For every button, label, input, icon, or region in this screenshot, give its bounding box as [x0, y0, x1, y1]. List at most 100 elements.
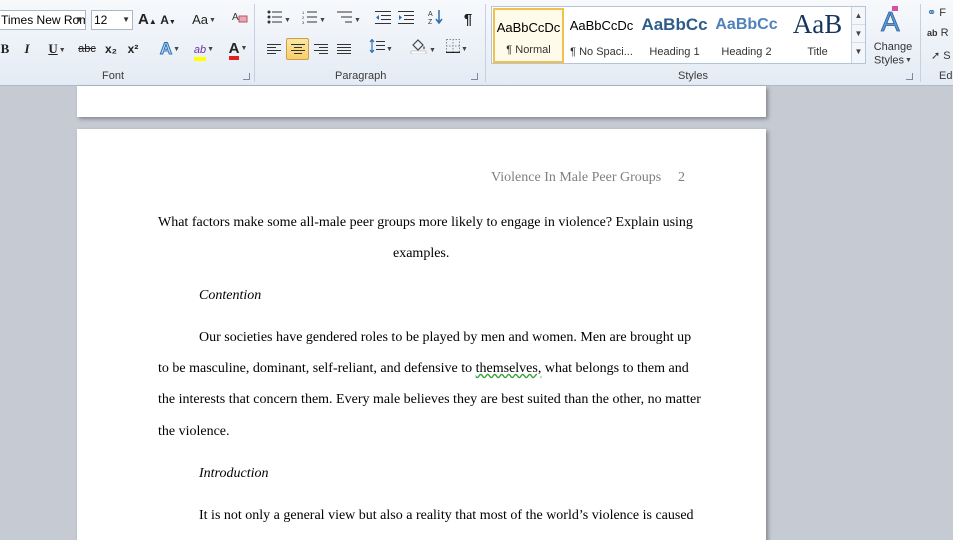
- chevron-down-icon[interactable]: ▼: [852, 25, 865, 43]
- svg-text:3: 3: [302, 20, 305, 24]
- more-styles-icon[interactable]: ▼: [852, 43, 865, 61]
- align-right-icon: [314, 44, 328, 56]
- style-heading-1[interactable]: AaBbCc Heading 1: [639, 8, 710, 63]
- binoculars-icon: ⚭: [927, 7, 937, 19]
- align-right-button[interactable]: [311, 38, 331, 60]
- change-styles-label: Change: [873, 41, 913, 53]
- subscript-button[interactable]: x₂: [102, 38, 120, 60]
- font-dialog-launcher[interactable]: [243, 73, 250, 80]
- chevron-up-icon[interactable]: ▲: [852, 7, 865, 25]
- increase-indent-icon: [398, 11, 414, 24]
- font-size-combo[interactable]: 12 ▼: [91, 10, 133, 30]
- align-left-button[interactable]: [264, 38, 284, 60]
- borders-icon: [446, 39, 461, 54]
- page-number: 2: [678, 170, 685, 185]
- style-normal[interactable]: AaBbCcDc ¶ Normal: [493, 8, 564, 63]
- underline-label: U: [48, 41, 58, 56]
- editing-group-label: Ed: [939, 70, 953, 82]
- replace-label: R: [940, 27, 949, 39]
- change-styles-label-2: Styles▼: [874, 54, 912, 67]
- increase-indent-button[interactable]: [396, 9, 416, 31]
- heading-contention: Contention: [199, 288, 262, 303]
- replace-icon: ab: [927, 28, 938, 38]
- chevron-down-icon: ▼: [75, 15, 83, 24]
- align-left-icon: [267, 44, 281, 56]
- highlight-label: ab: [193, 44, 207, 56]
- center-button[interactable]: [286, 38, 309, 60]
- font-color-button[interactable]: A ▼: [224, 38, 252, 60]
- style-no-spacing[interactable]: AaBbCcDc ¶ No Spaci...: [566, 8, 637, 63]
- heading-introduction: Introduction: [199, 466, 269, 481]
- ribbon: Times New Rom ▼ 12 ▼ A▲ A▼ Aa▼ A B I U▼ …: [0, 0, 953, 86]
- style-name: ¶ No Spaci...: [570, 46, 633, 58]
- running-head: Violence In Male Peer Groups: [491, 170, 662, 185]
- styles-dialog-launcher[interactable]: [906, 73, 913, 80]
- style-preview: AaBbCcDc: [496, 20, 561, 35]
- clear-formatting-button[interactable]: A: [229, 9, 251, 31]
- change-case-label: Aa: [192, 12, 208, 27]
- style-title[interactable]: AaB Title: [782, 8, 853, 63]
- highlight-color-button[interactable]: ab ▼: [188, 38, 220, 61]
- styles-group-label: Styles: [678, 70, 708, 82]
- style-name: Title: [807, 46, 828, 58]
- strikethrough-label: abc: [78, 43, 96, 55]
- select-label: S: [943, 50, 951, 62]
- paragraph-line: the violence.: [158, 424, 230, 439]
- gallery-scrollbar[interactable]: ▲ ▼ ▼: [851, 7, 865, 63]
- previous-page-bottom: [77, 86, 766, 117]
- italic-label: I: [24, 41, 30, 56]
- borders-button[interactable]: ▼: [442, 38, 472, 60]
- superscript-button[interactable]: x²: [124, 38, 142, 60]
- sort-button[interactable]: A Z: [426, 9, 446, 31]
- italic-button[interactable]: I: [19, 38, 35, 60]
- change-case-button[interactable]: Aa▼: [190, 9, 218, 31]
- replace-button[interactable]: ab R: [927, 27, 949, 43]
- cursor-arrow-icon: ➚: [931, 50, 941, 62]
- shading-button[interactable]: ▼: [407, 38, 439, 60]
- document-page[interactable]: Violence In Male Peer Groups 2 What fact…: [77, 129, 766, 540]
- strikethrough-button[interactable]: abc: [76, 38, 98, 60]
- select-button[interactable]: ➚ S: [931, 49, 951, 65]
- underline-button[interactable]: U▼: [42, 38, 72, 60]
- font-color-label: A: [228, 40, 240, 57]
- numbering-button[interactable]: 1 2 3 ▼: [299, 9, 329, 31]
- change-styles-label-line2: Styles: [874, 54, 905, 67]
- multilevel-list-button[interactable]: ▼: [334, 9, 364, 31]
- paragraph-group-label: Paragraph: [335, 70, 387, 82]
- bullets-button[interactable]: ▼: [264, 9, 294, 31]
- spelling-flagged-word[interactable]: themselves,: [476, 361, 542, 376]
- font-name-value: Times New Rom: [1, 13, 86, 27]
- multilevel-list-icon: [337, 11, 353, 23]
- change-styles-icon: A: [881, 6, 901, 38]
- svg-text:Z: Z: [428, 19, 433, 25]
- font-name-combo[interactable]: Times New Rom ▼: [0, 10, 86, 30]
- text-effects-button[interactable]: A▼: [156, 38, 184, 60]
- show-formatting-button[interactable]: ¶: [459, 9, 477, 31]
- shrink-font-button[interactable]: A▼: [160, 9, 176, 31]
- style-heading-2[interactable]: AaBbCc Heading 2: [711, 8, 782, 63]
- pilcrow-label: ¶: [463, 11, 473, 28]
- justify-button[interactable]: [334, 38, 354, 60]
- subscript-label: x₂: [104, 42, 117, 56]
- style-name: Heading 1: [649, 46, 700, 58]
- paragraph-line: to be masculine, dominant, self-reliant,…: [158, 361, 689, 377]
- shrink-font-label: A: [160, 13, 169, 27]
- style-preview: AaBbCc: [715, 16, 778, 33]
- find-button[interactable]: ⚭ F: [927, 6, 946, 22]
- font-group-label: Font: [102, 70, 125, 82]
- paragraph-text: to be masculine, dominant, self-reliant,…: [158, 361, 473, 376]
- styles-gallery[interactable]: AaBbCcDc ¶ Normal AaBbCcDc ¶ No Spaci...…: [491, 6, 866, 64]
- grow-font-button[interactable]: A▲: [138, 9, 157, 31]
- style-name: ¶ Normal: [506, 44, 551, 56]
- highlighter-icon: ab: [193, 43, 207, 61]
- font-size-value: 12: [94, 13, 108, 27]
- decrease-indent-button[interactable]: [373, 9, 393, 31]
- paragraph-dialog-launcher[interactable]: [471, 73, 478, 80]
- bold-button[interactable]: B: [0, 38, 12, 60]
- line-spacing-button[interactable]: ▼: [367, 38, 395, 60]
- change-styles-button[interactable]: A Change Styles▼: [871, 4, 915, 67]
- bullets-icon: [267, 10, 283, 24]
- paragraph-line: It is not only a general view but also a…: [199, 508, 694, 523]
- question-line-1: What factors make some all-male peer gro…: [158, 215, 693, 230]
- question-line-2: examples.: [393, 246, 450, 261]
